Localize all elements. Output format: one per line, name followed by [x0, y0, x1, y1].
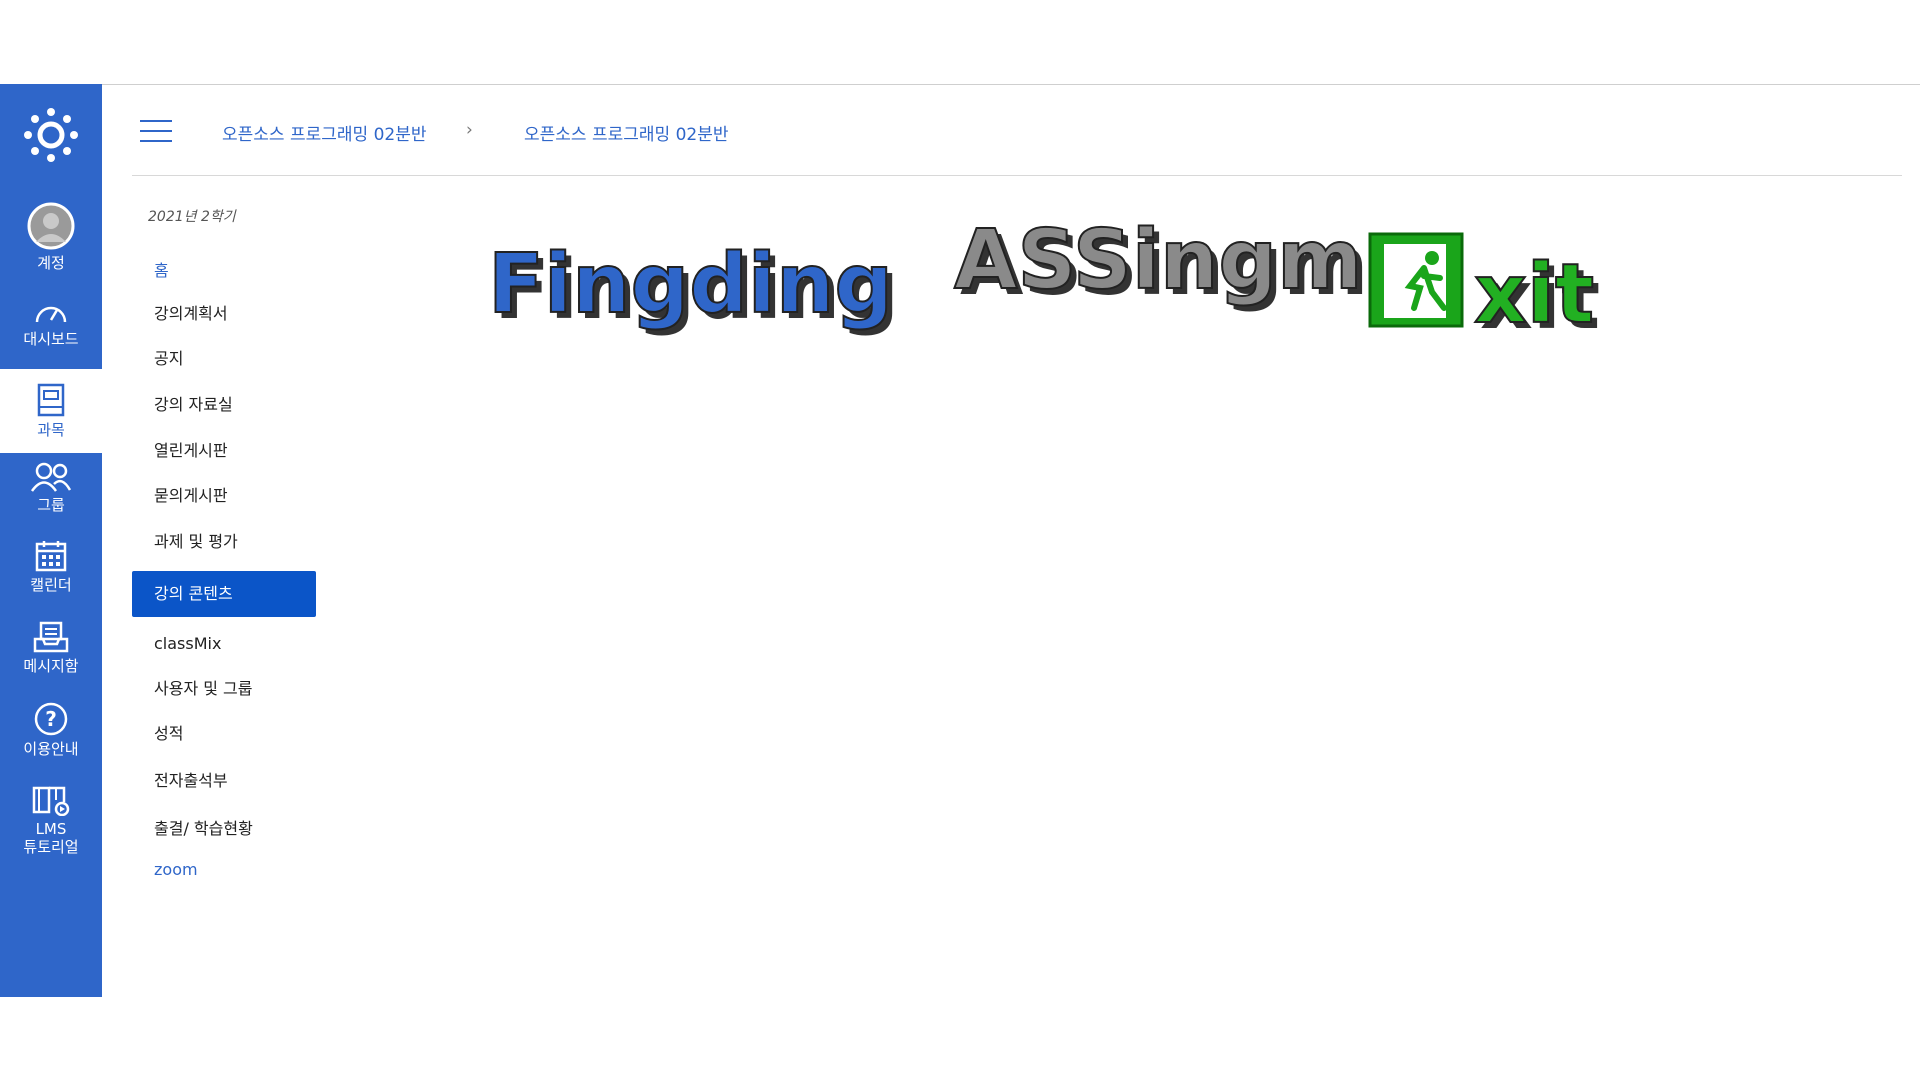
calendar-icon — [35, 541, 67, 572]
dashboard-icon — [35, 306, 67, 323]
nav-courses[interactable]: 과목 — [0, 369, 102, 453]
course-nav-item[interactable]: classMix — [132, 621, 316, 667]
term-label: 2021년 2학기 — [148, 209, 236, 225]
menu-toggle-button[interactable] — [140, 120, 172, 144]
account-avatar-icon — [27, 202, 75, 250]
nav-account[interactable]: 계정 — [0, 202, 102, 272]
course-nav-item-active[interactable]: 강의 콘텐츠 — [132, 571, 316, 617]
course-nav-item[interactable]: 열린게시판 — [132, 428, 316, 474]
nav-tutorial[interactable]: LMS 튜토리얼 — [0, 784, 102, 856]
nav-groups[interactable]: 그룹 — [0, 462, 102, 514]
course-nav-item[interactable]: 강의계획서 — [132, 291, 316, 337]
inbox-icon — [33, 621, 69, 653]
tutorial-icon — [32, 786, 70, 816]
nav-label: 그룹 — [37, 496, 65, 514]
nav-label: 과목 — [37, 421, 65, 439]
nav-label: 메시지함 — [23, 657, 79, 675]
course-nav-item[interactable]: 출결/ 학습현황 — [132, 806, 316, 852]
course-nav-item[interactable]: 홈 — [132, 248, 316, 294]
title-banner: Fingding Fingding ASSingm ASSingm xit xi… — [487, 212, 1600, 348]
global-nav: 계정 대시보드 과목 그룹 캘린더 메시지함 ? 이용안내 LMS 튜토리얼 — [0, 84, 102, 997]
banner-part-2: ASSingm — [954, 213, 1363, 308]
breadcrumb-current[interactable]: 오픈소스 프로그래밍 02분반 — [524, 120, 728, 145]
nav-label: LMS 튜토리얼 — [23, 820, 79, 856]
course-nav-item[interactable]: 과제 및 평가 — [132, 519, 316, 565]
nav-label: 캘린더 — [30, 576, 72, 594]
nav-calendar[interactable]: 캘린더 — [0, 540, 102, 594]
course-header: 오픈소스 프로그래밍 02분반 › 오픈소스 프로그래밍 02분반 — [102, 84, 1920, 176]
course-nav-item[interactable]: 전자출석부 — [132, 758, 316, 804]
nav-label: 대시보드 — [23, 330, 79, 348]
nav-label: 계정 — [37, 254, 65, 272]
nav-inbox[interactable]: 메시지함 — [0, 621, 102, 675]
course-nav-item[interactable]: 사용자 및 그룹 — [132, 666, 316, 712]
nav-label: 이용안내 — [23, 740, 79, 758]
nav-help[interactable]: ? 이용안내 — [0, 702, 102, 758]
banner-part-3: xit — [1474, 247, 1594, 342]
course-nav-item[interactable]: 성적 — [132, 711, 316, 757]
exit-sign-icon — [1368, 232, 1464, 328]
course-nav-item[interactable]: 묻의게시판 — [132, 473, 316, 519]
course-nav-item[interactable]: zoom — [132, 847, 316, 893]
nav-dashboard[interactable]: 대시보드 — [0, 298, 102, 348]
courses-icon — [37, 383, 65, 417]
course-nav-item[interactable]: 공지 — [132, 336, 316, 382]
banner-part-1: Fingding — [488, 237, 893, 332]
course-nav-item[interactable]: 강의 자료실 — [132, 382, 316, 428]
svg-text:?: ? — [45, 707, 57, 731]
help-icon: ? — [34, 702, 68, 736]
logo[interactable] — [0, 106, 102, 164]
groups-icon — [30, 462, 72, 492]
browser-top-strip — [0, 0, 1920, 85]
breadcrumb-course-link[interactable]: 오픈소스 프로그래밍 02분반 — [222, 120, 426, 145]
breadcrumb-separator-icon: › — [466, 120, 473, 140]
header-divider — [132, 175, 1902, 176]
canvas-logo-icon — [24, 108, 78, 162]
